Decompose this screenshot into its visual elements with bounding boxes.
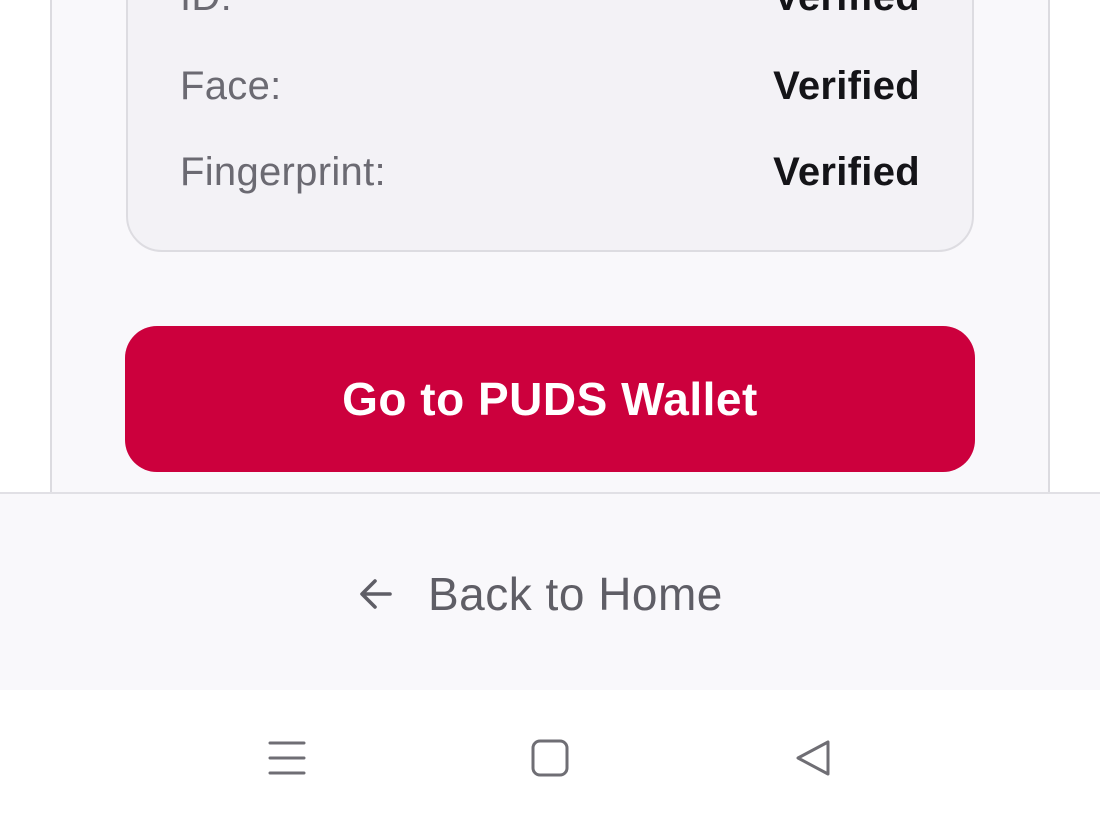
verification-row-fingerprint: Fingerprint: Verified [180, 147, 920, 197]
verification-label: ID: [180, 0, 232, 20]
verification-row-face: Face: Verified [180, 61, 920, 111]
nav-home-button[interactable] [526, 734, 574, 782]
back-to-home-label: Back to Home [428, 568, 723, 620]
nav-menu-button[interactable] [263, 734, 311, 782]
verification-label: Fingerprint: [180, 149, 386, 194]
arrow-left-icon [360, 579, 392, 609]
screen: ID: Verified Face: Verified Fingerprint:… [0, 0, 1100, 825]
go-to-wallet-button[interactable]: Go to PUDS Wallet [125, 326, 975, 472]
back-to-home-link[interactable]: Back to Home [356, 566, 723, 622]
verification-status: Verified [773, 149, 920, 194]
footer: Back to Home [0, 492, 1100, 690]
home-square-icon [531, 739, 569, 777]
verification-status: Verified [773, 63, 920, 108]
verification-label: Face: [180, 63, 282, 108]
back-triangle-icon [796, 740, 830, 776]
nav-back-button[interactable] [789, 734, 837, 782]
verification-row-id: ID: Verified [180, 0, 920, 22]
menu-icon [268, 741, 306, 775]
verification-status: Verified [773, 0, 920, 20]
verification-panel: ID: Verified Face: Verified Fingerprint:… [126, 0, 974, 252]
system-navigation-bar [0, 690, 1100, 825]
